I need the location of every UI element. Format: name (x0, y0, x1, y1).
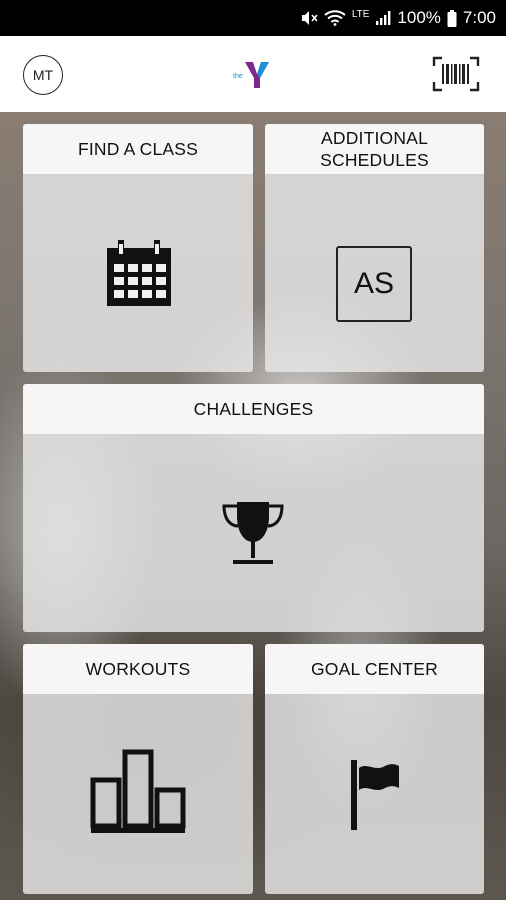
additional-schedules-tile[interactable]: ADDITIONAL SCHEDULES AS (265, 124, 484, 372)
status-bar: LTE 100% 7:00 (0, 0, 506, 36)
tile-header: GOAL CENTER (265, 644, 484, 694)
workouts-tile[interactable]: WORKOUTS (23, 644, 253, 894)
ymca-logo: the (233, 62, 269, 88)
workouts-label: WORKOUTS (85, 659, 191, 679)
battery-icon (447, 9, 457, 27)
profile-avatar[interactable]: MT (23, 55, 63, 95)
tile-header: WORKOUTS (23, 644, 253, 694)
find-a-class-tile[interactable]: FIND A CLASS (23, 124, 253, 372)
signal-icon (375, 10, 391, 26)
as-badge-text: AS (353, 267, 395, 300)
lte-label: LTE (351, 8, 370, 20)
barcode-scan-icon[interactable] (432, 56, 480, 92)
wifi-icon (324, 10, 346, 26)
trophy-icon (222, 502, 284, 564)
workouts-podium-icon (90, 749, 186, 833)
svg-text:the: the (233, 73, 243, 80)
as-badge-icon: AS (336, 246, 412, 322)
battery-percent: 100% (397, 8, 441, 27)
goal-center-label: GOAL CENTER (311, 659, 438, 679)
clock: 7:00 (462, 8, 496, 27)
additional-schedules-label: ADDITIONAL SCHEDULES (320, 128, 429, 170)
goal-center-tile[interactable]: GOAL CENTER (265, 644, 484, 894)
app-bar: MT the (0, 36, 506, 112)
tile-header: CHALLENGES (23, 384, 484, 434)
flag-icon (351, 760, 399, 830)
mute-icon (300, 10, 318, 26)
challenges-tile[interactable]: CHALLENGES (23, 384, 484, 632)
calendar-icon (107, 240, 171, 306)
tile-header: ADDITIONAL SCHEDULES (265, 124, 484, 174)
challenges-label: CHALLENGES (193, 399, 314, 419)
find-a-class-label: FIND A CLASS (77, 139, 199, 159)
tile-header: FIND A CLASS (23, 124, 253, 174)
